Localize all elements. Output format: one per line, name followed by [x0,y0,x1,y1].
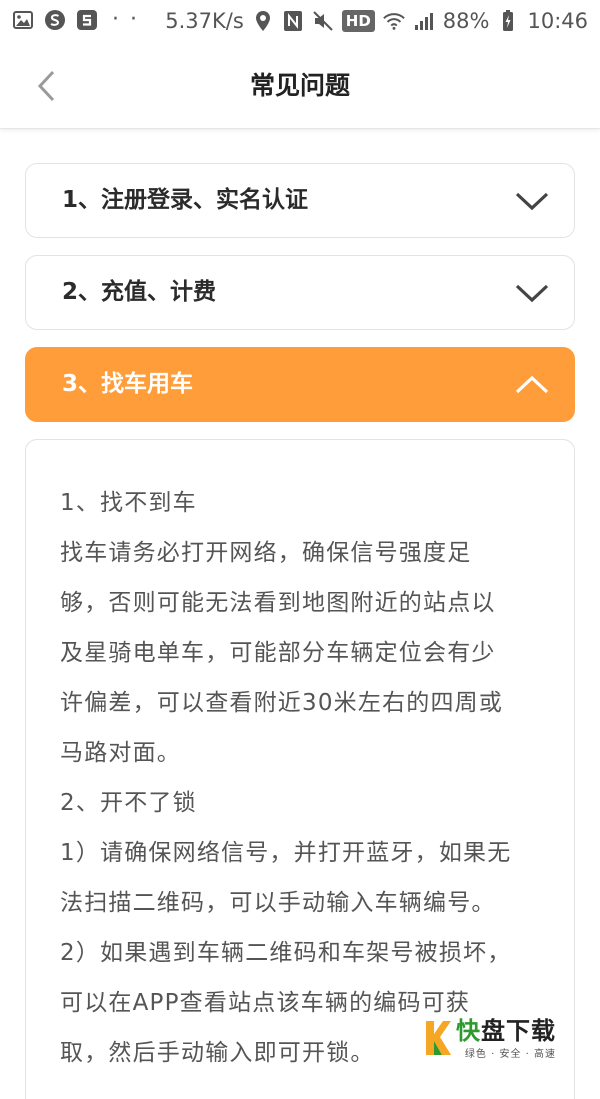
faq-item-label: 1、注册登录、实名认证 [62,164,308,237]
faq-answer-panel: 1、找不到车 找车请务必打开网络，确保信号强度足 够，否则可能无法看到地图附近的… [25,439,575,1099]
answer-line: 许偏差，可以查看附近30米左右的四周或 [60,678,540,728]
signal-icon [413,10,435,32]
faq-item-label: 2、充值、计费 [62,256,216,329]
status-right: 5.37K/s HD 88% 10:46 [165,8,588,34]
location-icon [252,10,274,32]
s-app2-icon [76,9,98,31]
s-app-icon [44,9,66,31]
net-speed: 5.37K/s [165,8,244,34]
battery-icon [497,10,519,32]
faq-item-label: 3、找车用车 [62,348,193,421]
clock: 10:46 [527,8,588,34]
app-header: 常见问题 [0,44,600,129]
faq-item-recharge[interactable]: 2、充值、计费 [25,255,575,330]
k-logo-icon [424,1019,452,1057]
faq-item-register[interactable]: 1、注册登录、实名认证 [25,163,575,238]
answer-line: 及星骑电单车，可能部分车辆定位会有少 [60,628,540,678]
nfc-icon [282,10,304,32]
watermark-title: 快盘下载 [456,1017,556,1045]
status-bar: · · 5.37K/s HD 88% 10:46 [0,0,600,44]
notification-dots: · · [112,10,139,30]
gallery-icon [12,9,34,31]
answer-line: 找车请务必打开网络，确保信号强度足 [60,528,540,578]
chevron-down-icon [514,186,550,216]
wifi-icon [383,10,405,32]
status-left: · · [12,9,139,31]
faq-item-find-car[interactable]: 3、找车用车 [25,347,575,422]
faq-list: 1、注册登录、实名认证 2、充值、计费 3、找车用车 1、找不到车 找车请务必打… [25,163,575,1099]
answer-line: 2）如果遇到车辆二维码和车架号被损坏， [60,928,540,978]
answer-line: 够，否则可能无法看到地图附近的站点以 [60,578,540,628]
watermark-text: 快盘下载 绿色 · 安全 · 高速 [456,1017,556,1060]
page-title: 常见问题 [0,44,600,128]
answer-line: 2、开不了锁 [60,778,540,828]
answer-line: 1、找不到车 [60,478,540,528]
mute-icon [312,10,334,32]
battery-percent: 88% [443,8,490,34]
answer-line: 1）请确保网络信号，并打开蓝牙，如果无 [60,828,540,878]
watermark-slogan: 绿色 · 安全 · 高速 [456,1045,556,1060]
watermark-logo: 快盘下载 绿色 · 安全 · 高速 [424,1015,594,1061]
hd-badge: HD [342,10,375,32]
chevron-up-icon [514,370,550,400]
answer-line: 法扫描二维码，可以手动输入车辆编号。 [60,878,540,928]
answer-line: 马路对面。 [60,728,540,778]
chevron-down-icon [514,278,550,308]
